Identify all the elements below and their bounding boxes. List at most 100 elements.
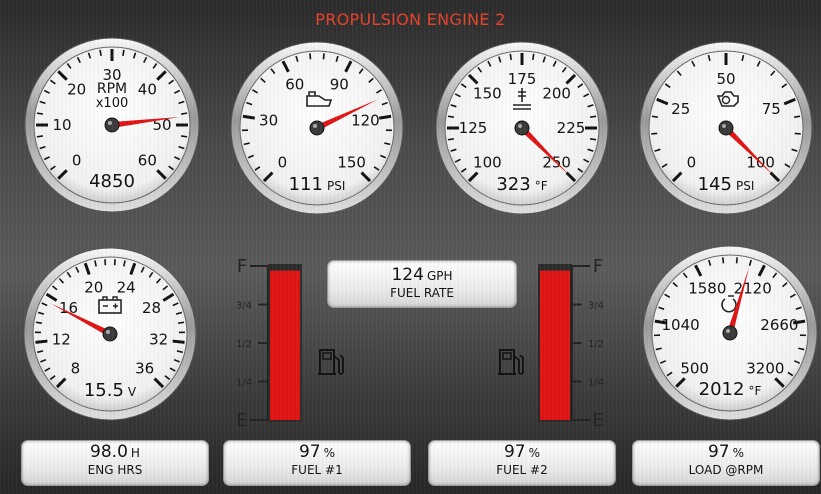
- major-tick: [242, 114, 256, 120]
- minor-tick: [122, 49, 125, 56]
- tick-label: 125: [459, 119, 488, 137]
- tick-label: 20: [67, 81, 86, 99]
- tick-label: 175: [508, 70, 537, 88]
- minor-tick: [447, 115, 454, 118]
- tick-label: 2120: [734, 279, 772, 297]
- fuel-rate-unit: GPH: [426, 269, 453, 283]
- minor-tick: [447, 138, 454, 141]
- tank-scale-label: 1/4: [236, 378, 252, 389]
- tick-label: 8: [71, 360, 81, 378]
- fuel-1-unit: %: [323, 446, 336, 460]
- needle-hub-highlight: [722, 124, 726, 128]
- minor-tick: [651, 115, 658, 118]
- major-tick: [172, 339, 185, 344]
- readout-value: 4850: [89, 171, 135, 192]
- oil-pressure-gauge: 0 30 60 90120 150 111 PSI: [230, 41, 404, 215]
- minor-tick: [590, 138, 597, 141]
- readout-value: 111: [289, 174, 323, 195]
- minor-tick: [36, 112, 43, 115]
- needle-hub: [514, 120, 530, 136]
- load-rpm-label: LOAD @RPM: [688, 463, 764, 477]
- minor-tick: [309, 53, 312, 60]
- readout-unit: °F: [748, 384, 761, 398]
- tank-scale-label: F: [593, 256, 603, 277]
- readout-unit: V: [128, 385, 137, 399]
- tick-label: 30: [259, 111, 278, 129]
- minor-tick: [794, 115, 801, 118]
- boost-pressure-gauge: 0255075100145PSI: [639, 41, 813, 215]
- fuel-2-value: 97: [503, 442, 526, 462]
- page-title: PROPULSION ENGINE 2: [315, 10, 506, 29]
- tick-label: 28: [142, 299, 161, 317]
- minor-tick: [590, 115, 597, 118]
- readout-unit: °F: [535, 179, 548, 193]
- minor-tick: [735, 257, 738, 264]
- minor-tick: [322, 53, 325, 60]
- minor-tick: [509, 53, 512, 60]
- tick-label: 3200: [746, 359, 784, 377]
- tick-label: 100: [473, 154, 502, 172]
- engine-hours-panel: 98.0 H ENG HRS: [21, 440, 209, 486]
- tick-label: 12: [52, 330, 71, 348]
- tick-label: 500: [680, 359, 709, 377]
- readout-value: 15.5: [84, 380, 124, 401]
- needle-hub: [104, 117, 120, 133]
- gauge-caption-multiplier: x100: [96, 96, 129, 111]
- readout-value: 145: [698, 174, 732, 195]
- minor-tick: [181, 112, 188, 115]
- tick-label: 20: [84, 279, 103, 297]
- readout-unit: PSI: [736, 179, 754, 193]
- tank-scale-label: F: [237, 256, 247, 277]
- fuel-rate-value: 124: [391, 265, 424, 285]
- fuel-1-value: 97: [298, 442, 321, 462]
- fuel-1-label: FUEL #1: [291, 463, 343, 477]
- tick-label: 16: [59, 299, 78, 317]
- minor-tick: [722, 257, 725, 264]
- tick-label: 60: [285, 75, 304, 93]
- tick-label: 40: [138, 81, 157, 99]
- tank-scale-label: 1/4: [588, 378, 604, 389]
- needle-hub-highlight: [313, 124, 317, 128]
- tick-label: 50: [716, 70, 735, 88]
- voltage-gauge: 812 16 20 24 28 32 36 15.5 V: [23, 247, 197, 421]
- load-rpm-unit: %: [732, 446, 745, 460]
- gauge-readout: 4850: [89, 171, 135, 192]
- readout-unit: PSI: [327, 179, 345, 193]
- tick-label: 0: [687, 154, 697, 172]
- fuel-rate-label: FUEL RATE: [390, 286, 454, 300]
- fuel-2-unit: %: [528, 446, 541, 460]
- tick-label: 0: [278, 154, 288, 172]
- fuel-2-label: FUEL #2: [496, 463, 548, 477]
- tick-label: 24: [117, 279, 136, 297]
- rpm-gauge: 0102030405060RPMx1004850: [24, 37, 200, 213]
- tank-scale-label: 3/4: [588, 301, 604, 312]
- engine-hours-unit: H: [130, 446, 140, 460]
- fuel-rate-panel: 124 GPH FUEL RATE: [327, 260, 517, 308]
- engine-dashboard: PROPULSION ENGINE 2 0 10 20 30 40 50 60 RPM x100…: [0, 0, 821, 494]
- needle-hub-highlight: [106, 330, 110, 334]
- needle-hub: [718, 120, 734, 136]
- major-tick: [378, 114, 392, 120]
- readout-value: 2012: [699, 379, 745, 400]
- tick-label: 75: [762, 100, 781, 118]
- tank-scale-label: 1/2: [236, 339, 252, 350]
- tick-label: 1580: [688, 279, 726, 297]
- tick-label: 32: [149, 330, 168, 348]
- tick-label: 2660: [760, 316, 798, 334]
- readout-value: 323: [496, 174, 530, 195]
- tick-label: 150: [337, 154, 366, 172]
- tank-scale-label: E: [592, 410, 603, 431]
- coolant-temperature-gauge: 100125150175200225250323°F: [435, 41, 609, 215]
- needle-hub: [102, 326, 118, 342]
- load-rpm-panel: 97% LOAD @RPM: [632, 440, 820, 486]
- tick-label: 25: [671, 100, 690, 118]
- needle-hub-highlight: [518, 124, 522, 128]
- engine-hours-label: ENG HRS: [87, 463, 143, 477]
- minor-tick: [178, 321, 185, 324]
- tank-scale-label: E: [236, 410, 247, 431]
- tick-label: 90: [330, 75, 349, 93]
- load-rpm-value: 97: [707, 442, 730, 462]
- minor-tick: [181, 135, 188, 138]
- needle-hub: [722, 325, 738, 341]
- minor-tick: [35, 321, 42, 324]
